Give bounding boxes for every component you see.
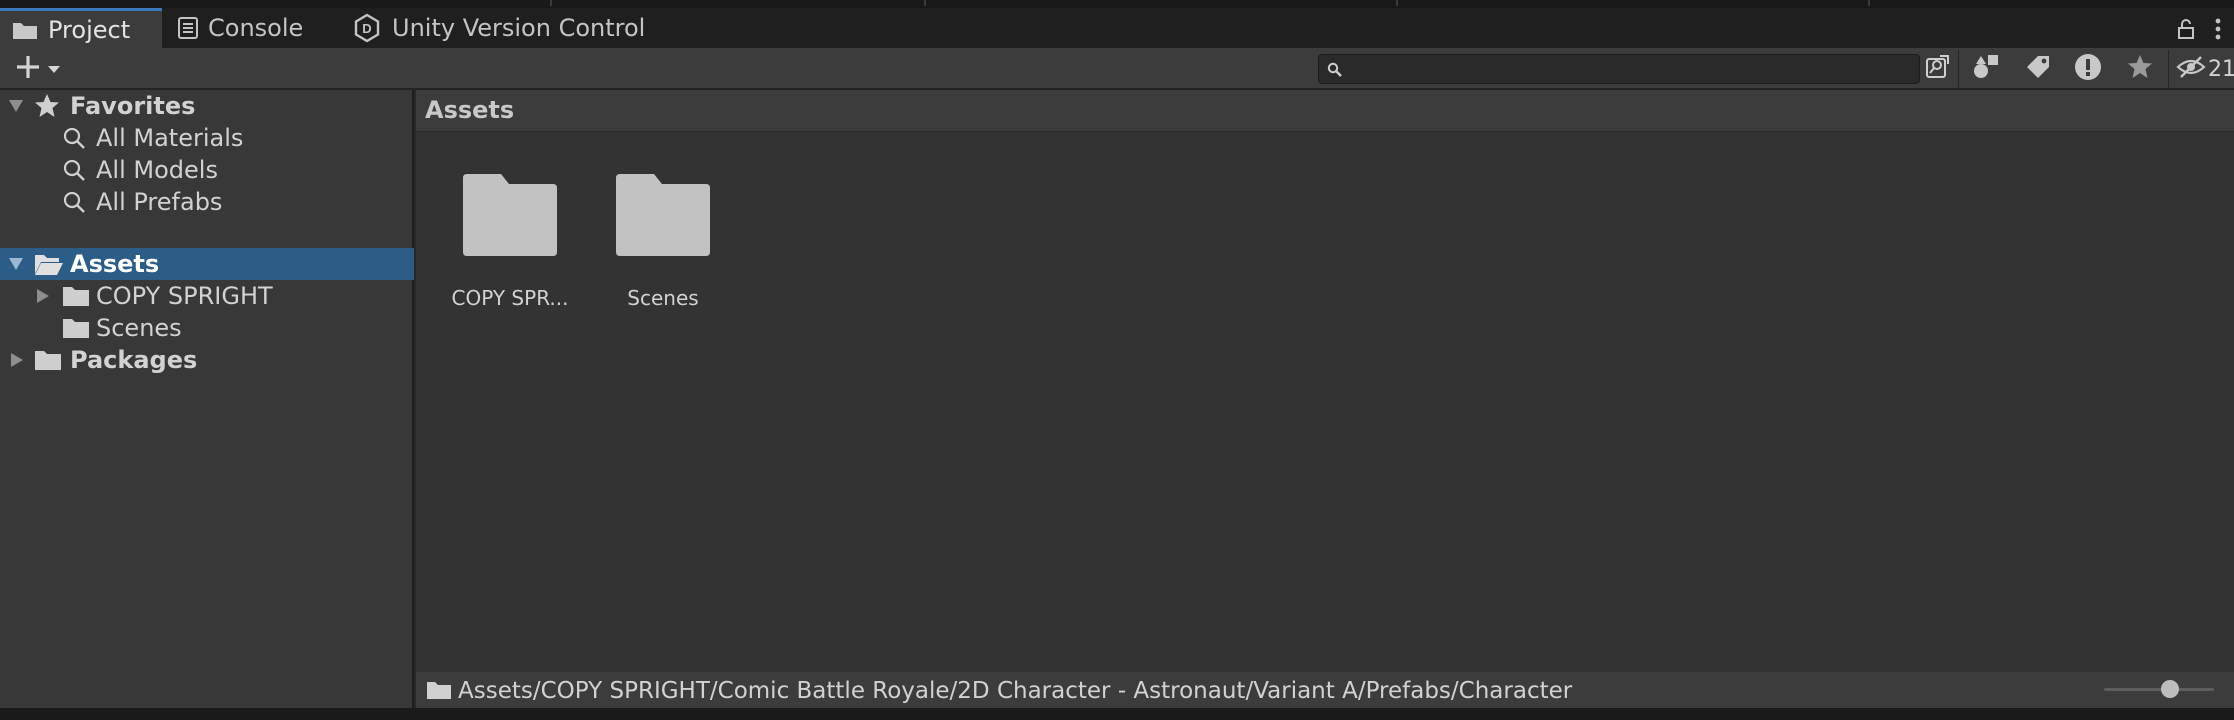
save-search-button[interactable] bbox=[2120, 54, 2160, 84]
divider bbox=[1868, 0, 1870, 6]
hidden-packages-toggle[interactable]: 21 bbox=[2176, 54, 2234, 84]
tree-item-favorites[interactable]: Favorites bbox=[0, 90, 414, 122]
eye-hidden-icon bbox=[2176, 55, 2206, 83]
tab-project[interactable]: Project bbox=[0, 8, 162, 48]
shapes-icon bbox=[1972, 54, 2000, 84]
folder-icon bbox=[614, 174, 712, 262]
console-icon bbox=[178, 17, 198, 39]
star-icon bbox=[2127, 54, 2153, 84]
folder-icon bbox=[461, 174, 559, 262]
tree-item-assets[interactable]: Assets bbox=[0, 248, 414, 280]
tree-item-label: Assets bbox=[70, 250, 160, 278]
folder-icon bbox=[426, 680, 452, 704]
search-input[interactable] bbox=[1318, 54, 1920, 84]
assets-browser: Assets COPY SPR... Scenes bbox=[416, 90, 2234, 672]
divider bbox=[924, 0, 926, 6]
tree-item-label: COPY SPRIGHT bbox=[96, 282, 273, 310]
tree-item-scenes[interactable]: Scenes bbox=[0, 312, 414, 344]
hidden-count: 21 bbox=[2208, 56, 2234, 82]
window-top-strip bbox=[0, 0, 2234, 8]
tree-item-label: Scenes bbox=[96, 314, 182, 342]
path-bar: Assets/COPY SPRIGHT/Comic Battle Royale/… bbox=[416, 672, 2234, 708]
expand-arrow-icon[interactable] bbox=[8, 99, 24, 113]
open-folder-icon bbox=[34, 252, 64, 276]
zoom-slider-handle[interactable] bbox=[2161, 680, 2179, 698]
expand-arrow-icon[interactable] bbox=[8, 257, 24, 271]
folder-tree-panel: Favorites All Materials All Models All P… bbox=[0, 90, 414, 720]
tab-bar: Project Console D Unity Version Control bbox=[0, 8, 2234, 48]
tree-item-label: All Prefabs bbox=[96, 188, 223, 216]
asset-label: COPY SPR... bbox=[451, 286, 569, 310]
plus-icon bbox=[15, 54, 41, 84]
tab-console[interactable]: Console bbox=[178, 8, 328, 48]
tree-item-label: All Materials bbox=[96, 124, 244, 152]
warning-icon bbox=[2074, 53, 2102, 85]
popout-icon bbox=[1925, 55, 1949, 83]
divider bbox=[2168, 50, 2169, 88]
project-toolbar: 21 bbox=[0, 48, 2234, 90]
tag-icon bbox=[2025, 54, 2051, 84]
tree-item-all-prefabs[interactable]: All Prefabs bbox=[0, 186, 414, 218]
tab-label: Unity Version Control bbox=[392, 14, 646, 42]
version-control-icon: D bbox=[352, 13, 382, 43]
search-icon bbox=[1327, 62, 1343, 82]
star-icon bbox=[34, 93, 60, 119]
tab-label: Console bbox=[208, 14, 304, 42]
expand-arrow-icon[interactable] bbox=[36, 288, 50, 304]
expand-arrow-icon[interactable] bbox=[10, 352, 24, 368]
divider bbox=[1396, 0, 1398, 6]
tree-item-label: Packages bbox=[70, 346, 198, 374]
search-popout-button[interactable] bbox=[1922, 54, 1952, 84]
tree-item-all-materials[interactable]: All Materials bbox=[0, 122, 414, 154]
search-icon bbox=[62, 190, 86, 214]
window-bottom-strip bbox=[0, 708, 2234, 720]
tree-item-label: All Models bbox=[96, 156, 218, 184]
tree-item-label: Favorites bbox=[70, 92, 196, 120]
tree-item-copy-spright[interactable]: COPY SPRIGHT bbox=[0, 280, 414, 312]
lock-icon[interactable] bbox=[2174, 14, 2198, 44]
svg-text:D: D bbox=[362, 21, 371, 36]
tab-unity-version-control[interactable]: D Unity Version Control bbox=[352, 8, 652, 48]
folder-icon bbox=[12, 20, 38, 40]
search-by-type-button[interactable] bbox=[1966, 54, 2006, 84]
asset-label: Scenes bbox=[627, 286, 699, 310]
search-icon bbox=[62, 126, 86, 150]
chevron-down-icon bbox=[47, 60, 61, 79]
more-options-icon[interactable] bbox=[2208, 14, 2228, 44]
folder-icon bbox=[34, 349, 62, 371]
search-log-types-button[interactable] bbox=[2068, 54, 2108, 84]
folder-icon bbox=[62, 285, 90, 307]
tab-label: Project bbox=[48, 15, 131, 44]
create-menu-button[interactable] bbox=[10, 54, 66, 84]
folder-icon bbox=[62, 317, 90, 339]
asset-item-scenes[interactable]: Scenes bbox=[598, 174, 728, 310]
tree-item-packages[interactable]: Packages bbox=[0, 344, 414, 376]
asset-item-copy-spright[interactable]: COPY SPR... bbox=[445, 174, 575, 310]
tree-item-all-models[interactable]: All Models bbox=[0, 154, 414, 186]
divider bbox=[1958, 50, 1959, 88]
search-by-label-button[interactable] bbox=[2018, 54, 2058, 84]
search-icon bbox=[62, 158, 86, 182]
folder-header: Assets bbox=[416, 90, 2234, 132]
asset-path: Assets/COPY SPRIGHT/Comic Battle Royale/… bbox=[458, 678, 1573, 704]
zoom-slider-track[interactable] bbox=[2104, 688, 2214, 691]
folder-title: Assets bbox=[425, 96, 515, 124]
divider bbox=[550, 0, 552, 6]
